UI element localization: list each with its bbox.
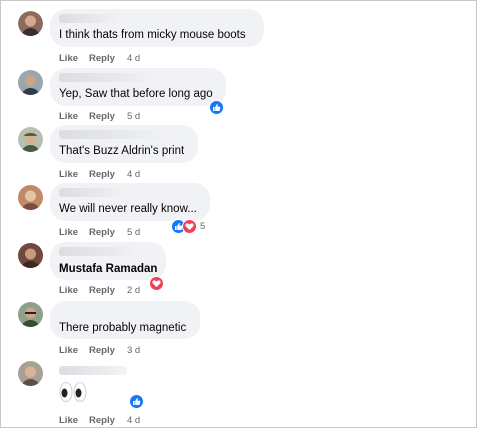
redacted-name	[59, 14, 125, 23]
comment-text: Yep, Saw that before long ago	[59, 88, 213, 100]
like-button[interactable]: Like	[59, 53, 78, 64]
comment-text: There probably magnetic	[59, 322, 187, 334]
love-reaction-icon	[149, 275, 164, 291]
redacted-name	[59, 188, 131, 197]
comment-timestamp[interactable]: 4 d	[127, 169, 140, 180]
comment-bubble: We will never really know...	[50, 183, 210, 221]
avatar[interactable]	[18, 11, 43, 36]
comment-text: That's Buzz Aldrin's print	[59, 145, 185, 157]
redacted-name	[59, 130, 173, 139]
love-reaction-icon	[182, 218, 197, 234]
avatar[interactable]	[18, 185, 43, 210]
comment-timestamp[interactable]: 2 d	[127, 285, 140, 296]
redacted-name	[59, 366, 127, 375]
comment-bubble: I think thats from micky mouse boots	[50, 9, 264, 47]
comment-bubble: That's Buzz Aldrin's print	[50, 125, 198, 163]
avatar[interactable]	[18, 361, 43, 386]
comment-timestamp[interactable]: 4 d	[127, 53, 140, 64]
reply-button[interactable]: Reply	[89, 345, 115, 356]
like-button[interactable]: Like	[59, 345, 78, 356]
reply-button[interactable]: Reply	[89, 53, 115, 64]
reply-button[interactable]: Reply	[89, 227, 115, 238]
comment-timestamp[interactable]: 4 d	[127, 415, 140, 426]
reaction-summary[interactable]	[129, 393, 144, 409]
comment-bubble: Mustafa Ramadan	[50, 242, 166, 280]
comment-emoji-body	[50, 359, 140, 409]
reply-button[interactable]: Reply	[89, 169, 115, 180]
like-button[interactable]: Like	[59, 111, 78, 122]
redacted-name	[59, 247, 145, 256]
comment-bubble: There probably magnetic	[50, 301, 200, 339]
comments-panel: I think thats from micky mouse boots Lik…	[0, 0, 477, 428]
comment-text: I think thats from micky mouse boots	[59, 29, 246, 41]
redacted-name	[59, 73, 165, 82]
comment-text: We will never really know...	[59, 203, 197, 215]
reply-button[interactable]: Reply	[89, 111, 115, 122]
eyes-emoji	[59, 381, 87, 408]
reaction-summary[interactable]	[149, 275, 164, 291]
avatar[interactable]	[18, 70, 43, 95]
reaction-summary[interactable]: 5	[171, 218, 206, 234]
avatar[interactable]	[18, 302, 43, 327]
comment-timestamp[interactable]: 5 d	[127, 111, 140, 122]
reply-button[interactable]: Reply	[89, 285, 115, 296]
reply-button[interactable]: Reply	[89, 415, 115, 426]
commenter-name[interactable]: Mustafa Ramadan	[59, 263, 157, 275]
like-button[interactable]: Like	[59, 285, 78, 296]
reaction-count: 5	[200, 220, 206, 232]
comment-timestamp[interactable]: 5 d	[127, 227, 140, 238]
like-button[interactable]: Like	[59, 415, 78, 426]
avatar[interactable]	[18, 127, 43, 152]
like-button[interactable]: Like	[59, 227, 78, 238]
comment-timestamp[interactable]: 3 d	[127, 345, 140, 356]
like-button[interactable]: Like	[59, 169, 78, 180]
like-reaction-icon	[209, 99, 224, 115]
like-reaction-icon	[129, 393, 144, 409]
reaction-summary[interactable]	[209, 99, 224, 115]
comment-bubble: Yep, Saw that before long ago	[50, 68, 226, 106]
avatar[interactable]	[18, 243, 43, 268]
